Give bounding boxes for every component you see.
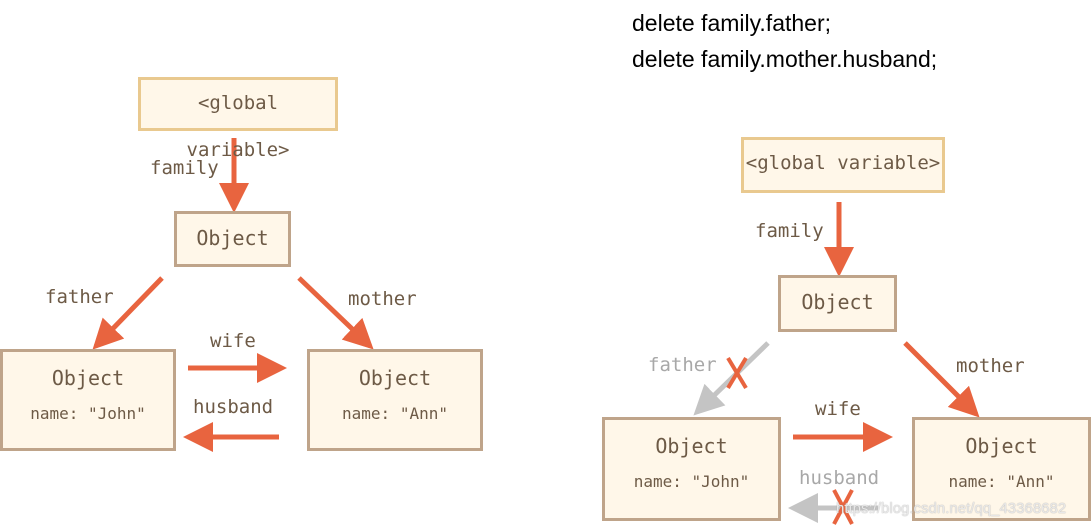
code-line-2: delete family.mother.husband; [632, 46, 938, 72]
left-john-object-box: Object name: "John" [0, 349, 176, 451]
diagram: delete family.father; delete family.moth… [0, 0, 1092, 529]
object-name: name: "Ann" [342, 404, 448, 423]
right-family-label: family [755, 220, 824, 242]
code-line-1: delete family.father; [632, 10, 832, 36]
object-title: Object [965, 434, 1038, 458]
left-ann-object-box: Object name: "Ann" [307, 349, 483, 451]
right-mother-arrow [903, 341, 980, 418]
object-name: name: "Ann" [948, 472, 1055, 491]
object-title: Object [51, 366, 125, 390]
left-global-variable-box: <global variable> [138, 77, 338, 161]
right-wife-label: wife [815, 398, 861, 420]
object-title: Object [358, 366, 432, 390]
object-name: name: "John" [30, 404, 146, 423]
right-father-label-deleted: father [648, 354, 717, 376]
right-family-object-box: Object [778, 275, 897, 332]
object-title: Object [655, 434, 728, 458]
left-wife-label: wife [210, 330, 256, 352]
right-john-object-box: Object name: "John" [602, 417, 781, 521]
right-global-variable-box: <global variable> [741, 137, 945, 193]
delete-x-father-icon [726, 356, 748, 390]
left-father-label: father [45, 286, 114, 308]
object-name: name: "John" [633, 472, 750, 491]
left-mother-label: mother [348, 288, 417, 310]
right-husband-label-deleted: husband [799, 467, 880, 489]
watermark: https://blog.csdn.net/qq_43368682 [836, 500, 1067, 517]
left-family-object-box: Object [174, 211, 291, 267]
left-husband-label: husband [193, 396, 274, 418]
left-family-label: family [150, 157, 219, 179]
right-mother-label: mother [956, 355, 1025, 377]
